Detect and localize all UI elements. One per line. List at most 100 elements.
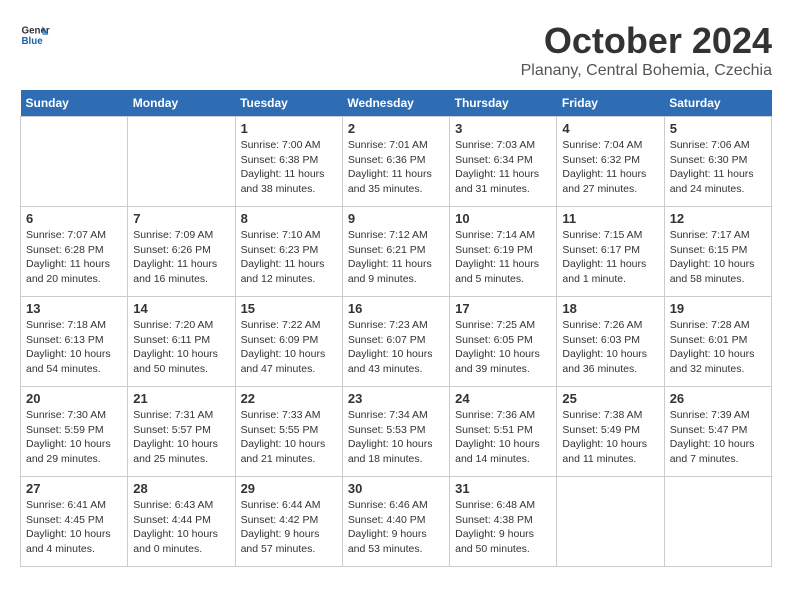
day-number: 17 [455,301,551,316]
header-thursday: Thursday [450,90,557,117]
logo: General Blue [20,20,50,50]
day-number: 27 [26,481,122,496]
day-info: Sunrise: 6:46 AMSunset: 4:40 PMDaylight:… [348,498,444,557]
day-info: Sunrise: 7:06 AMSunset: 6:30 PMDaylight:… [670,138,766,197]
week-row-4: 20 Sunrise: 7:30 AMSunset: 5:59 PMDayligh… [21,387,772,477]
day-number: 3 [455,121,551,136]
day-info: Sunrise: 7:17 AMSunset: 6:15 PMDaylight:… [670,228,766,287]
day-number: 19 [670,301,766,316]
day-info: Sunrise: 7:34 AMSunset: 5:53 PMDaylight:… [348,408,444,467]
day-info: Sunrise: 7:00 AMSunset: 6:38 PMDaylight:… [241,138,337,197]
day-number: 23 [348,391,444,406]
day-info: Sunrise: 7:10 AMSunset: 6:23 PMDaylight:… [241,228,337,287]
calendar-cell: 24Sunrise: 7:36 AMSunset: 5:51 PMDayligh… [450,387,557,477]
calendar-cell: 10 Sunrise: 7:14 AMSunset: 6:19 PMDayligh… [450,207,557,297]
month-title: October 2024 [521,20,772,62]
day-info: Sunrise: 7:12 AMSunset: 6:21 PMDaylight:… [348,228,444,287]
calendar-cell: 27Sunrise: 6:41 AMSunset: 4:45 PMDayligh… [21,477,128,567]
day-number: 8 [241,211,337,226]
day-info: Sunrise: 7:01 AMSunset: 6:36 PMDaylight:… [348,138,444,197]
day-number: 21 [133,391,229,406]
day-number: 12 [670,211,766,226]
day-number: 15 [241,301,337,316]
day-number: 31 [455,481,551,496]
day-info: Sunrise: 7:22 AMSunset: 6:09 PMDaylight:… [241,318,337,377]
day-info: Sunrise: 7:25 AMSunset: 6:05 PMDaylight:… [455,318,551,377]
day-info: Sunrise: 7:31 AMSunset: 5:57 PMDaylight:… [133,408,229,467]
calendar-cell: 22 Sunrise: 7:33 AMSunset: 5:55 PMDayligh… [235,387,342,477]
day-number: 10 [455,211,551,226]
week-row-3: 13Sunrise: 7:18 AMSunset: 6:13 PMDayligh… [21,297,772,387]
day-info: Sunrise: 7:07 AMSunset: 6:28 PMDaylight:… [26,228,122,287]
calendar-cell [128,117,235,207]
day-number: 11 [562,211,658,226]
day-number: 16 [348,301,444,316]
day-info: Sunrise: 7:30 AMSunset: 5:59 PMDaylight:… [26,408,122,467]
day-info: Sunrise: 7:36 AMSunset: 5:51 PMDaylight:… [455,408,551,467]
svg-text:Blue: Blue [22,36,44,47]
header-monday: Monday [128,90,235,117]
calendar-cell: 12 Sunrise: 7:17 AMSunset: 6:15 PMDayligh… [664,207,771,297]
calendar-cell: 31Sunrise: 6:48 AMSunset: 4:38 PMDayligh… [450,477,557,567]
day-info: Sunrise: 7:04 AMSunset: 6:32 PMDaylight:… [562,138,658,197]
day-number: 14 [133,301,229,316]
day-number: 29 [241,481,337,496]
calendar-cell: 26Sunrise: 7:39 AMSunset: 5:47 PMDayligh… [664,387,771,477]
header-wednesday: Wednesday [342,90,449,117]
day-number: 25 [562,391,658,406]
calendar-cell: 25Sunrise: 7:38 AMSunset: 5:49 PMDayligh… [557,387,664,477]
logo-icon: General Blue [20,20,50,50]
calendar-cell: 9 Sunrise: 7:12 AMSunset: 6:21 PMDaylight… [342,207,449,297]
title-area: October 2024 Planany, Central Bohemia, C… [521,20,772,80]
calendar-cell: 7 Sunrise: 7:09 AMSunset: 6:26 PMDaylight… [128,207,235,297]
calendar-table: Sunday Monday Tuesday Wednesday Thursday… [20,90,772,567]
calendar-cell: 15 Sunrise: 7:22 AMSunset: 6:09 PMDayligh… [235,297,342,387]
header-saturday: Saturday [664,90,771,117]
calendar-cell [21,117,128,207]
calendar-cell: 20 Sunrise: 7:30 AMSunset: 5:59 PMDayligh… [21,387,128,477]
header-friday: Friday [557,90,664,117]
day-number: 22 [241,391,337,406]
header-tuesday: Tuesday [235,90,342,117]
day-info: Sunrise: 6:43 AMSunset: 4:44 PMDaylight:… [133,498,229,557]
calendar-cell: 30 Sunrise: 6:46 AMSunset: 4:40 PMDayligh… [342,477,449,567]
calendar-cell: 16 Sunrise: 7:23 AMSunset: 6:07 PMDayligh… [342,297,449,387]
day-info: Sunrise: 7:20 AMSunset: 6:11 PMDaylight:… [133,318,229,377]
week-row-5: 27Sunrise: 6:41 AMSunset: 4:45 PMDayligh… [21,477,772,567]
day-number: 30 [348,481,444,496]
calendar-cell: 28 Sunrise: 6:43 AMSunset: 4:44 PMDayligh… [128,477,235,567]
day-number: 20 [26,391,122,406]
calendar-cell: 1 Sunrise: 7:00 AMSunset: 6:38 PMDaylight… [235,117,342,207]
calendar-cell: 23 Sunrise: 7:34 AMSunset: 5:53 PMDayligh… [342,387,449,477]
calendar-cell: 17 Sunrise: 7:25 AMSunset: 6:05 PMDayligh… [450,297,557,387]
day-number: 6 [26,211,122,226]
calendar-cell: 21 Sunrise: 7:31 AMSunset: 5:57 PMDayligh… [128,387,235,477]
day-number: 28 [133,481,229,496]
calendar-cell: 19 Sunrise: 7:28 AMSunset: 6:01 PMDayligh… [664,297,771,387]
page-header: General Blue October 2024 Planany, Centr… [20,20,772,80]
day-info: Sunrise: 7:28 AMSunset: 6:01 PMDaylight:… [670,318,766,377]
day-info: Sunrise: 7:33 AMSunset: 5:55 PMDaylight:… [241,408,337,467]
calendar-cell: 11Sunrise: 7:15 AMSunset: 6:17 PMDayligh… [557,207,664,297]
header-sunday: Sunday [21,90,128,117]
calendar-cell [557,477,664,567]
day-number: 1 [241,121,337,136]
day-number: 13 [26,301,122,316]
day-number: 7 [133,211,229,226]
calendar-cell: 2Sunrise: 7:01 AMSunset: 6:36 PMDaylight… [342,117,449,207]
calendar-cell: 6 Sunrise: 7:07 AMSunset: 6:28 PMDaylight… [21,207,128,297]
day-number: 18 [562,301,658,316]
calendar-cell: 5 Sunrise: 7:06 AMSunset: 6:30 PMDaylight… [664,117,771,207]
day-number: 4 [562,121,658,136]
calendar-cell: 8 Sunrise: 7:10 AMSunset: 6:23 PMDaylight… [235,207,342,297]
week-row-1: 1 Sunrise: 7:00 AMSunset: 6:38 PMDaylight… [21,117,772,207]
day-number: 5 [670,121,766,136]
day-headers-row: Sunday Monday Tuesday Wednesday Thursday… [21,90,772,117]
day-info: Sunrise: 7:03 AMSunset: 6:34 PMDaylight:… [455,138,551,197]
day-info: Sunrise: 7:09 AMSunset: 6:26 PMDaylight:… [133,228,229,287]
day-info: Sunrise: 7:26 AMSunset: 6:03 PMDaylight:… [562,318,658,377]
week-row-2: 6 Sunrise: 7:07 AMSunset: 6:28 PMDaylight… [21,207,772,297]
day-number: 9 [348,211,444,226]
day-info: Sunrise: 7:23 AMSunset: 6:07 PMDaylight:… [348,318,444,377]
day-info: Sunrise: 7:14 AMSunset: 6:19 PMDaylight:… [455,228,551,287]
